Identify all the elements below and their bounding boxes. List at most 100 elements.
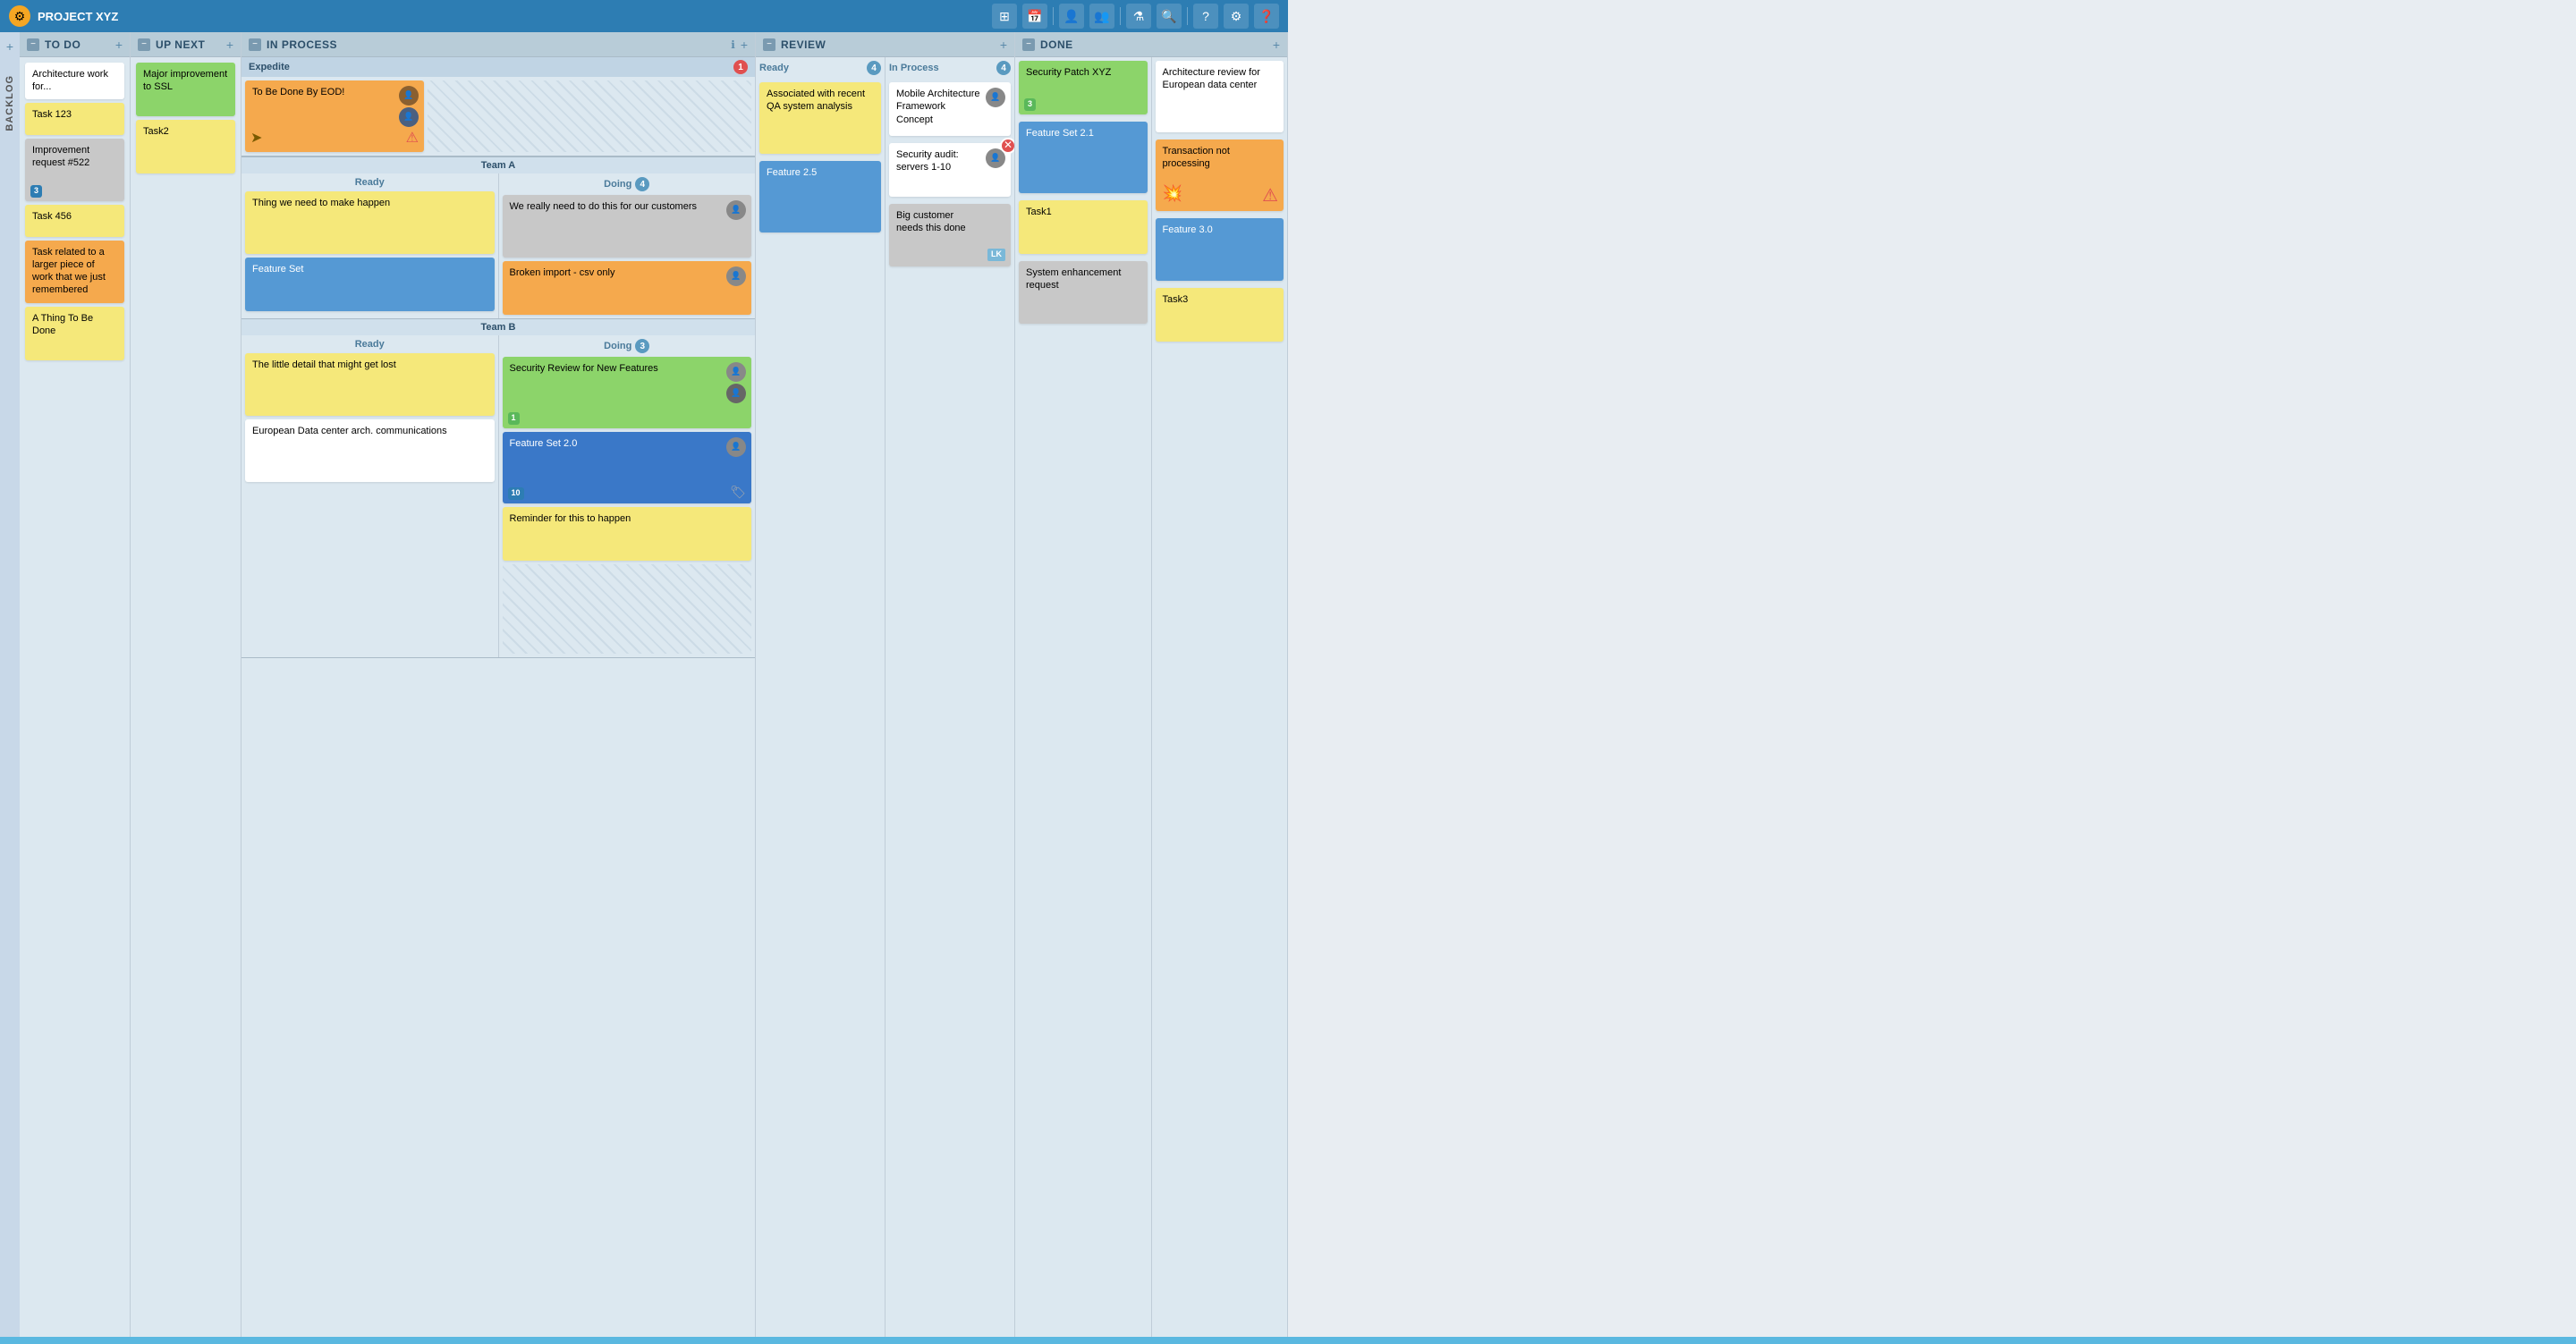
card-done-6-priority-icon: ⚠ (1262, 184, 1278, 207)
card-upnext-1-text: Major improvement to SSL (143, 69, 227, 92)
card-tb-r1[interactable]: The little detail that might get lost (245, 353, 495, 416)
card-todo-4[interactable]: Task 456 (25, 205, 124, 237)
question-button[interactable]: ❓ (1254, 4, 1279, 29)
inprocess-title: IN PROCESS (267, 38, 337, 51)
card-todo-5[interactable]: Task related to a larger piece of work t… (25, 241, 124, 303)
expedite-hatched-area (428, 80, 751, 152)
card-upnext-2[interactable]: Task2 (136, 120, 235, 173)
header-sep-3 (1187, 7, 1188, 25)
expedite-avatar-1: 👤 (399, 86, 419, 106)
card-done-1-badge: 3 (1024, 98, 1036, 111)
card-tb-d2[interactable]: Feature Set 2.0 👤 10 🏷 (503, 432, 752, 503)
card-tb-d1[interactable]: Security Review for New Features 👤 👤 1 (503, 357, 752, 428)
team-a-header: Team A (242, 157, 755, 173)
review-inprocess-label: In Process (889, 63, 939, 73)
card-done-4-text: System enhancement request (1026, 267, 1121, 291)
card-ta-d1-avatar: 👤 (726, 200, 746, 220)
team-a-doing-col: Doing 4 We really need to do this for ou… (499, 173, 756, 318)
card-ta-r2[interactable]: Feature Set (245, 258, 495, 311)
review-ready-header: Ready 4 (759, 61, 881, 75)
card-rv-r1[interactable]: Associated with recent QA system analysi… (759, 82, 881, 154)
settings-button[interactable]: ⚙ (1224, 4, 1249, 29)
card-rv-ip1[interactable]: Mobile Architecture Framework Concept 👤 (889, 82, 1011, 136)
card-tb-r2[interactable]: European Data center arch. communication… (245, 419, 495, 482)
inprocess-collapse-button[interactable]: − (249, 38, 261, 51)
card-done-2[interactable]: Feature Set 2.1 (1019, 122, 1148, 193)
card-upnext-2-text: Task2 (143, 126, 169, 137)
card-rv-ip3[interactable]: Big customer needs this done LK (889, 204, 1011, 266)
card-done-6[interactable]: Transaction not processing ⚠ 💥 (1156, 139, 1284, 211)
card-done-5[interactable]: Architecture review for European data ce… (1156, 61, 1284, 132)
card-rv-ip2[interactable]: Security audit: servers 1-10 👤 ✕ (889, 143, 1011, 197)
card-todo-1[interactable]: Architecture work for... (25, 63, 124, 99)
app-header: ⚙ PROJECT XYZ ⊞ 📅 👤 👥 ⚗ 🔍 ? ⚙ ❓ (0, 0, 1288, 32)
upnext-header-left: − UP NEXT (138, 38, 205, 51)
card-todo-4-text: Task 456 (32, 211, 72, 222)
card-todo-2[interactable]: Task 123 (25, 103, 124, 135)
card-done-8-text: Task3 (1163, 294, 1189, 305)
card-done-3[interactable]: Task1 (1019, 200, 1148, 254)
done-header: − DONE + (1015, 32, 1287, 57)
review-inprocess-count: 4 (996, 61, 1011, 75)
card-tb-d3-text: Reminder for this to happen (510, 513, 631, 524)
done-collapse-button[interactable]: − (1022, 38, 1035, 51)
card-ta-r1[interactable]: Thing we need to make happen (245, 191, 495, 254)
card-ta-d1[interactable]: We really need to do this for our custom… (503, 195, 752, 258)
card-done-4[interactable]: System enhancement request (1019, 261, 1148, 324)
board-container: + BACKLOG − TO DO + Architecture work fo… (0, 32, 1288, 1344)
board-view-button[interactable]: ⊞ (992, 4, 1017, 29)
card-done-1[interactable]: Security Patch XYZ 3 (1019, 61, 1148, 114)
header-sep-2 (1120, 7, 1121, 25)
card-rv-r2-text: Feature 2.5 (767, 167, 817, 178)
people-button[interactable]: 👥 (1089, 4, 1114, 29)
card-tb-d3[interactable]: Reminder for this to happen (503, 507, 752, 561)
card-todo-3-badge: 3 (30, 185, 42, 198)
team-a-ready-label: Ready (355, 177, 385, 188)
card-done-8[interactable]: Task3 (1156, 288, 1284, 342)
inprocess-body: Expedite 1 To Be Done By EOD! 👤 👤 ➤ ⚠ (242, 57, 755, 1344)
inprocess-info-icon[interactable]: ℹ (731, 38, 735, 51)
app-title: PROJECT XYZ (38, 10, 985, 23)
todo-collapse-button[interactable]: − (27, 38, 39, 51)
card-expedite-1[interactable]: To Be Done By EOD! 👤 👤 ➤ ⚠ (245, 80, 424, 152)
card-todo-3[interactable]: Improvement request #522 3 (25, 139, 124, 201)
review-ready-count: 4 (867, 61, 881, 75)
team-b-ready-label: Ready (355, 339, 385, 350)
card-todo-5-text: Task related to a larger piece of work t… (32, 247, 106, 296)
inprocess-header-left: − IN PROCESS (249, 38, 337, 51)
person-button[interactable]: 👤 (1059, 4, 1084, 29)
backlog-add-button[interactable]: + (6, 39, 13, 54)
upnext-collapse-button[interactable]: − (138, 38, 150, 51)
help-button[interactable]: ? (1193, 4, 1218, 29)
card-todo-6[interactable]: A Thing To Be Done (25, 307, 124, 360)
expedite-label: Expedite (249, 62, 290, 72)
review-add-button[interactable]: + (1000, 38, 1007, 52)
calendar-button[interactable]: 📅 (1022, 4, 1047, 29)
done-add-button[interactable]: + (1273, 38, 1280, 52)
card-rv-ip2-close-button[interactable]: ✕ (1000, 138, 1014, 154)
review-collapse-button[interactable]: − (763, 38, 775, 51)
card-ta-d2[interactable]: Broken import - csv only 👤 (503, 261, 752, 315)
review-body: Ready 4 Associated with recent QA system… (756, 57, 1014, 1344)
inprocess-add-button[interactable]: + (741, 38, 748, 52)
search-button[interactable]: 🔍 (1157, 4, 1182, 29)
card-tb-r2-text: European Data center arch. communication… (252, 426, 447, 436)
card-upnext-1[interactable]: Major improvement to SSL (136, 63, 235, 116)
upnext-add-button[interactable]: + (226, 38, 233, 52)
review-ready-label: Ready (759, 63, 789, 73)
team-a-ready-col: Ready Thing we need to make happen Featu… (242, 173, 499, 318)
todo-header-left: − TO DO (27, 38, 80, 51)
todo-add-button[interactable]: + (115, 38, 123, 52)
card-rv-ip3-text: Big customer needs this done (896, 210, 966, 233)
review-header: − REVIEW + (756, 32, 1014, 57)
card-rv-r2[interactable]: Feature 2.5 (759, 161, 881, 232)
done-col2: Architecture review for European data ce… (1152, 57, 1288, 1344)
column-review: − REVIEW + Ready 4 Associated with recen… (756, 32, 1015, 1344)
card-expedite-1-text: To Be Done By EOD! (252, 87, 344, 97)
card-done-7[interactable]: Feature 3.0 (1156, 218, 1284, 281)
card-rv-ip1-avatar: 👤 (986, 88, 1005, 107)
inprocess-header: − IN PROCESS ℹ + (242, 32, 755, 57)
card-done-2-text: Feature Set 2.1 (1026, 128, 1094, 139)
card-tb-d1-badge: 1 (508, 412, 520, 425)
filter-button[interactable]: ⚗ (1126, 4, 1151, 29)
